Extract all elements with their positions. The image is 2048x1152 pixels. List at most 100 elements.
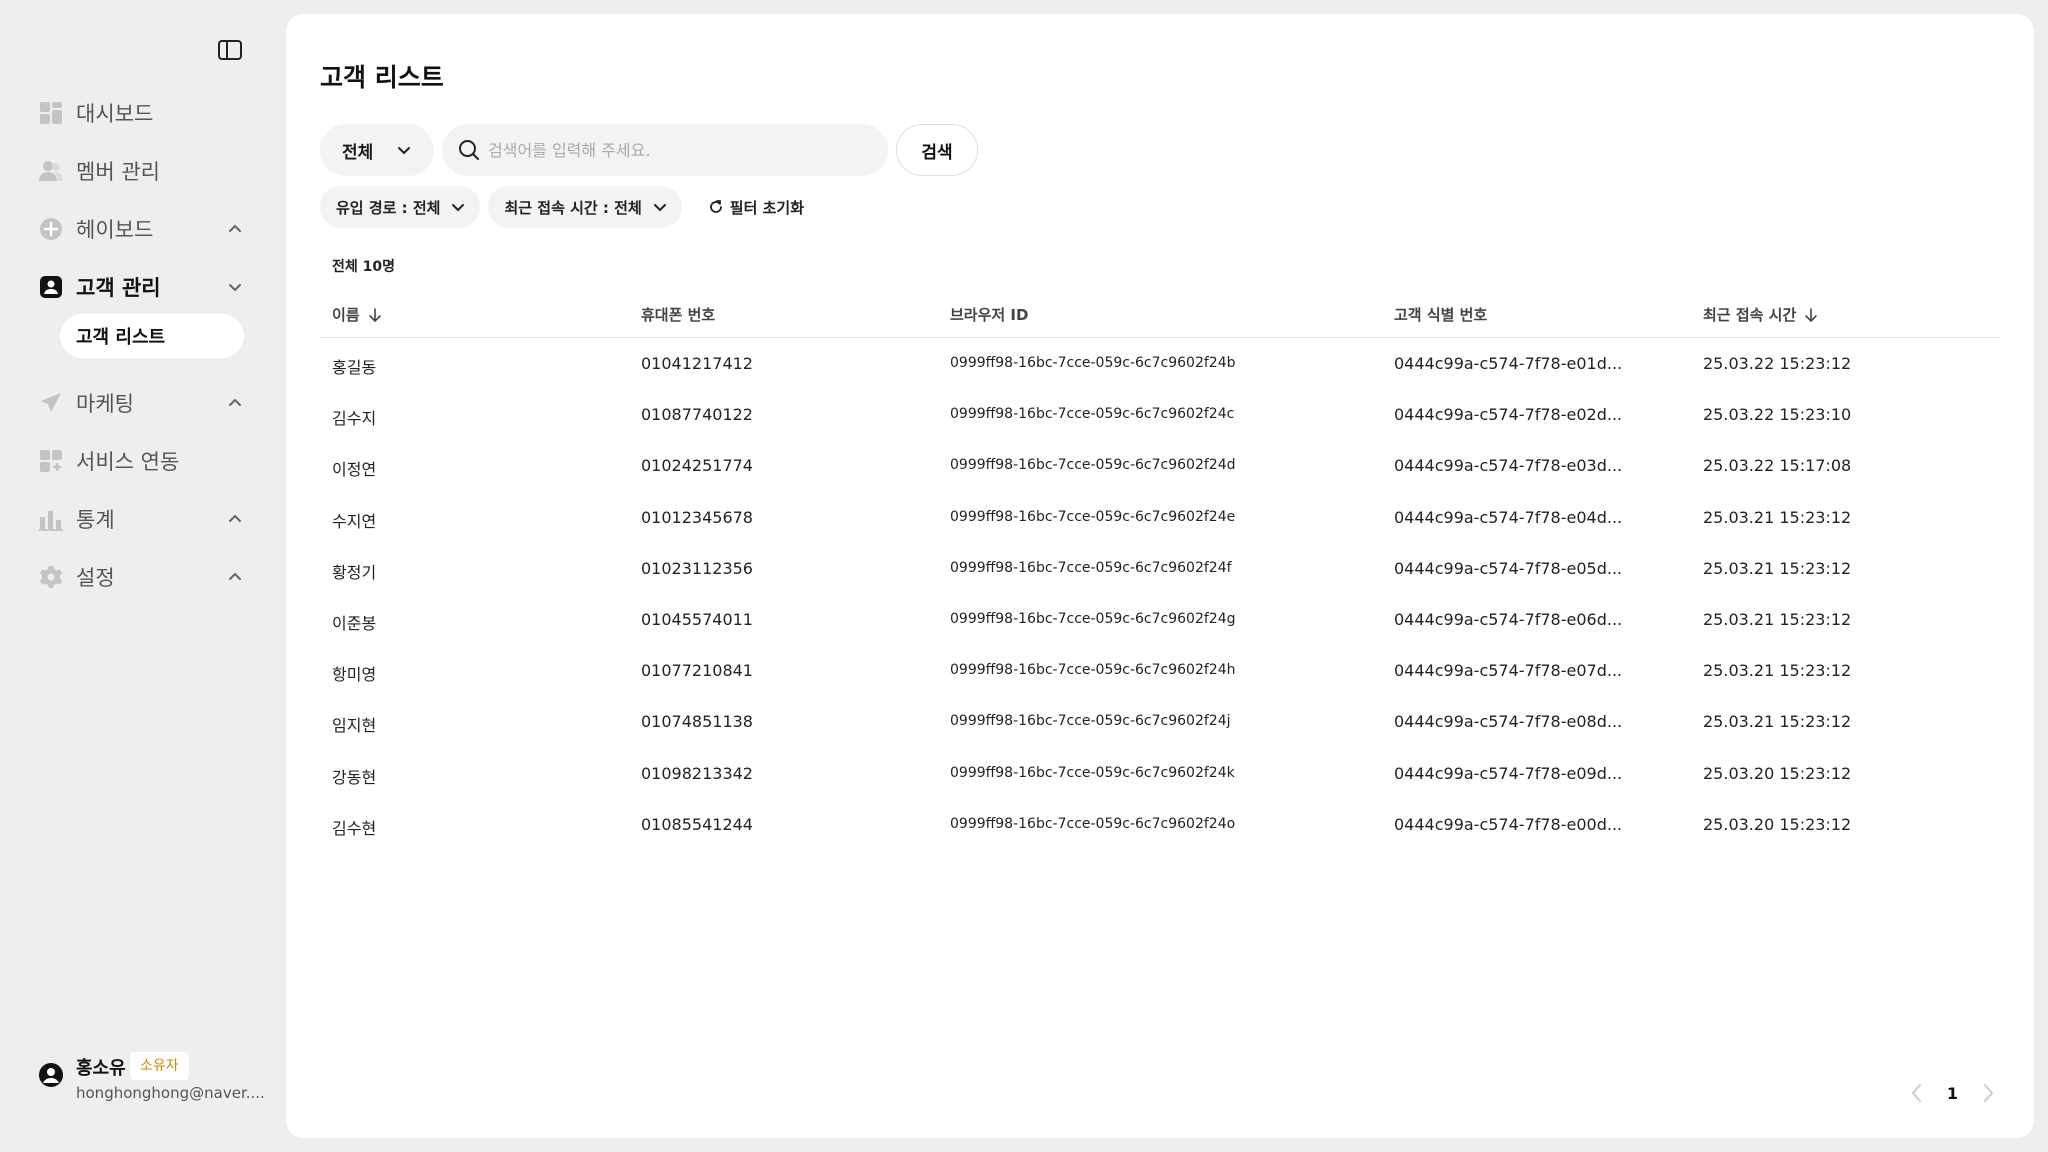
cell-last-access: 25.03.21 15:23:12: [1703, 712, 1852, 732]
user-profile[interactable]: 홍소유 소유자 honghonghong@naver....: [38, 1052, 265, 1102]
column-header-last-access: 최근 접속 시간: [1703, 304, 1818, 325]
sidebar-subitem-label: 고객 리스트: [76, 327, 166, 348]
cell-name: 김수지: [332, 409, 377, 429]
send-icon: [38, 390, 64, 416]
integration-icon: [38, 448, 64, 474]
table-row[interactable]: 이정연 01024251774 0999ff98-16bc-7cce-059c-6c…: [320, 440, 2000, 491]
cell-name: 수지연: [332, 511, 377, 531]
sidebar-item-marketing[interactable]: 마케팅: [38, 374, 244, 432]
cell-phone: 01087740122: [641, 405, 753, 425]
cell-browser-id: 0999ff98-16bc-7cce-059c-6c7c9602f24b: [950, 355, 1236, 371]
sidebar-item-label: 대시보드: [76, 102, 154, 126]
cell-last-access: 25.03.21 15:23:12: [1703, 558, 1852, 578]
sidebar-item-dashboard[interactable]: 대시보드: [38, 84, 244, 142]
chevron-down-icon: [653, 204, 666, 212]
sidebar-item-label: 멤버 관리: [76, 160, 160, 184]
sidebar-subitem-customer-list[interactable]: 고객 리스트: [60, 314, 244, 358]
cell-customer-id: 0444c99a-c574-7f78-e01d...: [1394, 354, 1623, 373]
cell-last-access: 25.03.22 15:23:10: [1703, 405, 1852, 425]
cell-name: 이준봉: [332, 613, 377, 633]
chevron-down-icon[interactable]: [226, 278, 244, 296]
cell-phone: 01045574011: [641, 609, 753, 629]
cell-customer-id: 0444c99a-c574-7f78-e08d...: [1394, 712, 1623, 732]
search-scope-value: 전체: [342, 142, 374, 163]
chevron-right-icon[interactable]: [1980, 1082, 1996, 1104]
table-row[interactable]: 김수현 01085541244 0999ff98-16bc-7cce-059c-6c…: [320, 799, 2000, 850]
table-row[interactable]: 이준봉 01045574011 0999ff98-16bc-7cce-059c-6c…: [320, 594, 2000, 645]
user-name: 홍소유: [76, 1058, 126, 1079]
chart-icon: [38, 506, 64, 532]
role-badge: 소유자: [130, 1052, 189, 1080]
cell-phone: 01074851138: [641, 712, 753, 732]
source-filter-label: 유입 경로 : 전체: [336, 198, 441, 217]
table-row[interactable]: 수지연 01012345678 0999ff98-16bc-7cce-059c-6c…: [320, 492, 2000, 543]
table-header: 이름 휴대폰 번호 브라우저 ID 고객 식별 번호 최근 접속 시간: [320, 292, 2000, 338]
cell-browser-id: 0999ff98-16bc-7cce-059c-6c7c9602f24o: [950, 815, 1236, 832]
table-row[interactable]: 황정기 01023112356 0999ff98-16bc-7cce-059c-6c…: [320, 543, 2000, 594]
cell-customer-id: 0444c99a-c574-7f78-e07d...: [1394, 661, 1623, 681]
sort-arrow-down-icon[interactable]: [368, 307, 382, 323]
search-input[interactable]: [488, 140, 868, 160]
cell-phone: 01077210841: [641, 661, 753, 681]
sidebar-item-integration[interactable]: 서비스 연동: [38, 432, 244, 490]
customer-table: 이름 휴대폰 번호 브라우저 ID 고객 식별 번호 최근 접속 시간 홍길동 0…: [320, 292, 2000, 850]
user-email: honghonghong@naver....: [76, 1084, 265, 1102]
source-filter[interactable]: 유입 경로 : 전체: [320, 186, 481, 228]
chevron-up-icon[interactable]: [226, 394, 244, 412]
sidebar-item-customers[interactable]: 고객 관리: [38, 258, 244, 316]
chevron-up-icon[interactable]: [226, 568, 244, 586]
search-scope-select[interactable]: 전체: [320, 124, 434, 176]
column-header-name: 이름: [332, 304, 382, 325]
avatar-icon: [39, 1063, 63, 1087]
column-header-phone: 휴대폰 번호: [641, 306, 716, 324]
cell-phone: 01024251774: [641, 456, 753, 476]
gear-icon: [38, 564, 64, 590]
customer-icon: [38, 274, 64, 300]
table-row[interactable]: 항미영 01077210841 0999ff98-16bc-7cce-059c-6c…: [320, 645, 2000, 696]
table-row[interactable]: 강동현 01098213342 0999ff98-16bc-7cce-059c-6c…: [320, 748, 2000, 799]
cell-customer-id: 0444c99a-c574-7f78-e04d...: [1394, 507, 1623, 527]
cell-browser-id: 0999ff98-16bc-7cce-059c-6c7c9602f24g: [950, 610, 1236, 627]
table-row[interactable]: 임지현 01074851138 0999ff98-16bc-7cce-059c-6c…: [320, 696, 2000, 747]
sidebar-item-label: 마케팅: [76, 392, 134, 416]
chevron-left-icon[interactable]: [1909, 1082, 1925, 1104]
cell-customer-id: 0444c99a-c574-7f78-e02d...: [1394, 405, 1623, 425]
cell-last-access: 25.03.21 15:23:12: [1703, 507, 1852, 527]
sidebar-item-label: 헤이보드: [76, 218, 154, 242]
table-row[interactable]: 김수지 01087740122 0999ff98-16bc-7cce-059c-6c…: [320, 389, 2000, 440]
sort-arrow-down-icon[interactable]: [1804, 307, 1818, 323]
members-icon: [38, 158, 64, 184]
cell-name: 임지현: [332, 716, 377, 736]
sidebar-item-heyboard[interactable]: 헤이보드: [38, 200, 244, 258]
filter-reset-button[interactable]: 필터 초기화: [690, 186, 804, 228]
cell-last-access: 25.03.20 15:23:12: [1703, 763, 1852, 783]
cell-browser-id: 0999ff98-16bc-7cce-059c-6c7c9602f24f: [950, 559, 1232, 576]
cell-customer-id: 0444c99a-c574-7f78-e05d...: [1394, 558, 1623, 578]
search-button[interactable]: 검색: [896, 124, 978, 176]
sidebar-item-label: 서비스 연동: [76, 450, 180, 474]
cell-browser-id: 0999ff98-16bc-7cce-059c-6c7c9602f24k: [950, 764, 1235, 781]
cell-last-access: 25.03.21 15:23:12: [1703, 661, 1852, 681]
sidebar-toggle-icon[interactable]: [216, 38, 244, 62]
table-row[interactable]: 홍길동 01041217412 0999ff98-16bc-7cce-059c-6c…: [320, 338, 2000, 389]
cell-phone: 01012345678: [641, 507, 753, 527]
filter-row: 유입 경로 : 전체 최근 접속 시간 : 전체 필터 초기화: [320, 186, 804, 228]
sidebar-item-members[interactable]: 멤버 관리: [38, 142, 244, 200]
last-access-filter[interactable]: 최근 접속 시간 : 전체: [488, 186, 682, 228]
chevron-up-icon[interactable]: [226, 220, 244, 238]
filter-reset-label: 필터 초기화: [729, 198, 804, 217]
cell-name: 황정기: [332, 562, 377, 582]
chevron-down-icon: [398, 147, 410, 155]
cell-browser-id: 0999ff98-16bc-7cce-059c-6c7c9602f24c: [950, 406, 1235, 423]
cell-browser-id: 0999ff98-16bc-7cce-059c-6c7c9602f24j: [950, 713, 1231, 730]
main-panel: 고객 리스트 전체 검색 유입 경로 : 전체 최근 접속 시간 : 전체 필터…: [286, 14, 2034, 1138]
page-number[interactable]: 1: [1947, 1084, 1958, 1103]
cell-browser-id: 0999ff98-16bc-7cce-059c-6c7c9602f24d: [950, 457, 1236, 474]
last-access-filter-label: 최근 접속 시간 : 전체: [504, 198, 642, 217]
sidebar-item-settings[interactable]: 설정: [38, 548, 244, 606]
chevron-up-icon[interactable]: [226, 510, 244, 528]
cell-name: 항미영: [332, 665, 377, 685]
cell-name: 이정연: [332, 460, 377, 480]
sidebar-item-statistics[interactable]: 통계: [38, 490, 244, 548]
cell-customer-id: 0444c99a-c574-7f78-e06d...: [1394, 609, 1623, 629]
